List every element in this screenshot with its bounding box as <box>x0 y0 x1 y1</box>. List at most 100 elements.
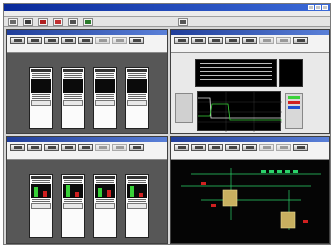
toolbar-button-7[interactable] <box>178 18 188 26</box>
pane-button[interactable] <box>78 37 93 44</box>
pane-icon <box>245 146 254 149</box>
faceplate-card[interactable] <box>61 174 85 238</box>
help-icon <box>180 20 186 24</box>
pane-button[interactable] <box>95 37 110 44</box>
pane-icon <box>177 146 186 149</box>
pane-icon <box>30 146 39 149</box>
pane-icon <box>211 39 220 42</box>
pane-icon <box>115 39 124 42</box>
pane-icon <box>30 39 39 42</box>
pane-body <box>7 53 167 133</box>
pane-icon <box>177 39 186 42</box>
tank-vessel <box>280 211 296 229</box>
pane-button[interactable] <box>276 144 291 151</box>
pane-button[interactable] <box>259 144 274 151</box>
pane-icon <box>262 146 271 149</box>
pane-button[interactable] <box>242 37 257 44</box>
faceplate-card[interactable] <box>125 174 149 238</box>
faceplate-card[interactable] <box>93 174 117 238</box>
pane-button[interactable] <box>259 37 274 44</box>
pane-icon <box>132 39 141 42</box>
parameter-values <box>279 59 303 87</box>
pane-toolbar <box>171 35 329 53</box>
faceplate-card[interactable] <box>29 174 53 238</box>
pane-icon <box>64 146 73 149</box>
menu-item-5[interactable] <box>52 11 57 16</box>
faceplate-card[interactable] <box>29 67 53 129</box>
status-indicator <box>285 170 290 173</box>
menu-item-6[interactable] <box>63 11 68 16</box>
pane-top-right <box>170 29 330 134</box>
menu-item-3[interactable] <box>30 11 35 16</box>
pane-button[interactable] <box>44 144 59 151</box>
pane-button[interactable] <box>174 37 189 44</box>
pane-body <box>7 160 167 243</box>
pane-button[interactable] <box>129 37 144 44</box>
pane-button[interactable] <box>225 144 240 151</box>
trend-legend <box>285 93 303 129</box>
pane-button[interactable] <box>95 144 110 151</box>
pane-toolbar <box>7 35 167 53</box>
pane-button[interactable] <box>208 144 223 151</box>
pane-button[interactable] <box>27 37 42 44</box>
menu-item-4[interactable] <box>41 11 46 16</box>
pane-icon <box>296 39 305 42</box>
minimize-button[interactable] <box>308 5 314 10</box>
pane-button[interactable] <box>112 144 127 151</box>
pane-button[interactable] <box>293 37 308 44</box>
maximize-button[interactable] <box>315 5 321 10</box>
pane-icon <box>228 39 237 42</box>
pane-body <box>171 53 329 133</box>
pane-icon <box>228 146 237 149</box>
pane-icon <box>47 39 56 42</box>
pane-button[interactable] <box>174 144 189 151</box>
pane-top-left <box>6 29 168 134</box>
pane-button[interactable] <box>225 37 240 44</box>
pane-button[interactable] <box>293 144 308 151</box>
pane-button[interactable] <box>61 37 76 44</box>
toolbar-button-3[interactable] <box>38 18 48 26</box>
pane-button[interactable] <box>242 144 257 151</box>
menu-item-1[interactable] <box>8 11 13 16</box>
pane-icon <box>47 146 56 149</box>
pane-button[interactable] <box>10 37 25 44</box>
pane-button[interactable] <box>10 144 25 151</box>
faceplate-card[interactable] <box>93 67 117 129</box>
stop-icon <box>55 20 61 24</box>
pane-icon <box>115 146 124 149</box>
process-diagram <box>181 168 321 230</box>
toolbar-button-4[interactable] <box>53 18 63 26</box>
menu-item-2[interactable] <box>19 11 24 16</box>
toolbar-button-5[interactable] <box>68 18 78 26</box>
pane-button[interactable] <box>129 144 144 151</box>
toolbar-button-2[interactable] <box>23 18 33 26</box>
pane-button[interactable] <box>78 144 93 151</box>
pane-bottom-right <box>170 136 330 244</box>
title-bar <box>4 4 330 11</box>
pane-button[interactable] <box>191 37 206 44</box>
pane-button[interactable] <box>44 37 59 44</box>
pane-toolbar <box>171 142 329 160</box>
faceplate-card[interactable] <box>61 67 85 129</box>
pane-icon <box>296 146 305 149</box>
pane-icon <box>13 146 22 149</box>
trend-line <box>198 97 282 119</box>
status-indicator <box>261 170 266 173</box>
pane-button[interactable] <box>61 144 76 151</box>
pane-button[interactable] <box>276 37 291 44</box>
status-indicator <box>293 170 298 173</box>
pane-icon <box>132 146 141 149</box>
pane-icon <box>81 146 90 149</box>
pane-bottom-left <box>6 136 168 244</box>
pane-toolbar <box>7 142 167 160</box>
pane-button[interactable] <box>112 37 127 44</box>
pane-button[interactable] <box>208 37 223 44</box>
faceplate-card[interactable] <box>125 67 149 129</box>
pane-icon <box>262 39 271 42</box>
pane-button[interactable] <box>27 144 42 151</box>
close-button[interactable] <box>322 5 328 10</box>
pane-icon <box>98 39 107 42</box>
toolbar-button-6[interactable] <box>83 18 93 26</box>
pane-button[interactable] <box>191 144 206 151</box>
toolbar-button-1[interactable] <box>8 18 18 26</box>
